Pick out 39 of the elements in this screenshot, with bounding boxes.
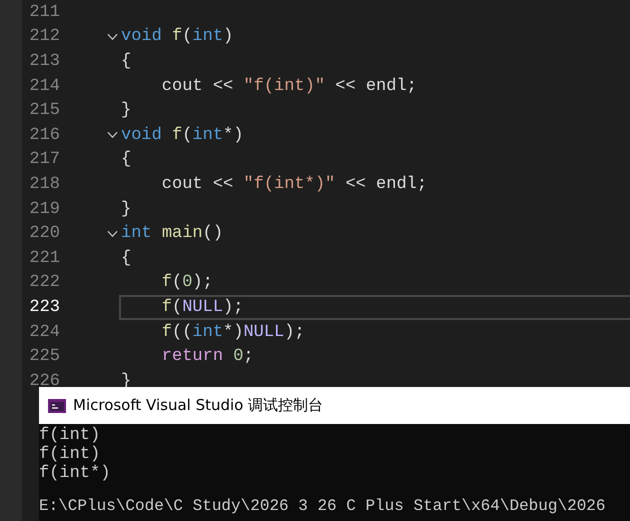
line-number: 217	[28, 150, 60, 170]
code-line: {	[121, 52, 132, 71]
line-number: 219	[28, 200, 60, 219]
collapse-icon[interactable]	[107, 230, 118, 238]
code-line: void f(int)	[121, 27, 234, 46]
line-number: 223	[28, 298, 60, 317]
code-line: {	[121, 150, 132, 170]
console-icon	[48, 398, 66, 412]
code-line: f((int*)NULL);	[160, 322, 305, 342]
code-line: }	[121, 101, 132, 120]
line-number: 225	[28, 347, 60, 366]
code-line: void f(int*)	[121, 126, 244, 145]
console-output: E:\CPlus\Code\C Study\2026 3 26 C Plus Start\x64\Debug\2026	[39, 497, 606, 515]
code-line: return 0;	[160, 347, 254, 366]
console-title: Microsoft Visual Studio 调试控制台	[73, 396, 324, 415]
line-number: 215	[28, 101, 60, 120]
code-line: f(NULL);	[160, 298, 244, 317]
line-number: 221	[28, 248, 60, 268]
code-line: }	[121, 200, 132, 219]
line-number: 224	[28, 322, 60, 342]
line-number: 216	[28, 126, 60, 145]
code-line: cout << "f(int)" << endl;	[160, 76, 417, 96]
line-number: 213	[28, 52, 60, 71]
collapse-icon[interactable]	[107, 131, 118, 140]
line-number: 222	[28, 273, 60, 292]
code-line: int main()	[121, 224, 224, 244]
line-number: 214	[28, 76, 60, 96]
line-number: 212	[28, 27, 60, 46]
code-line: cout << "f(int*)" << endl;	[160, 174, 428, 194]
line-number: 226	[28, 372, 60, 391]
collapse-icon[interactable]	[107, 32, 118, 41]
line-number: 220	[28, 224, 60, 244]
console-output: f(int)	[39, 445, 100, 464]
console-output: f(int*)	[39, 464, 110, 483]
code-line: {	[121, 248, 132, 268]
line-number: 211	[28, 2, 60, 22]
console-output: f(int)	[39, 426, 100, 445]
line-number: 218	[28, 174, 60, 194]
code-line: f(0);	[160, 273, 213, 292]
